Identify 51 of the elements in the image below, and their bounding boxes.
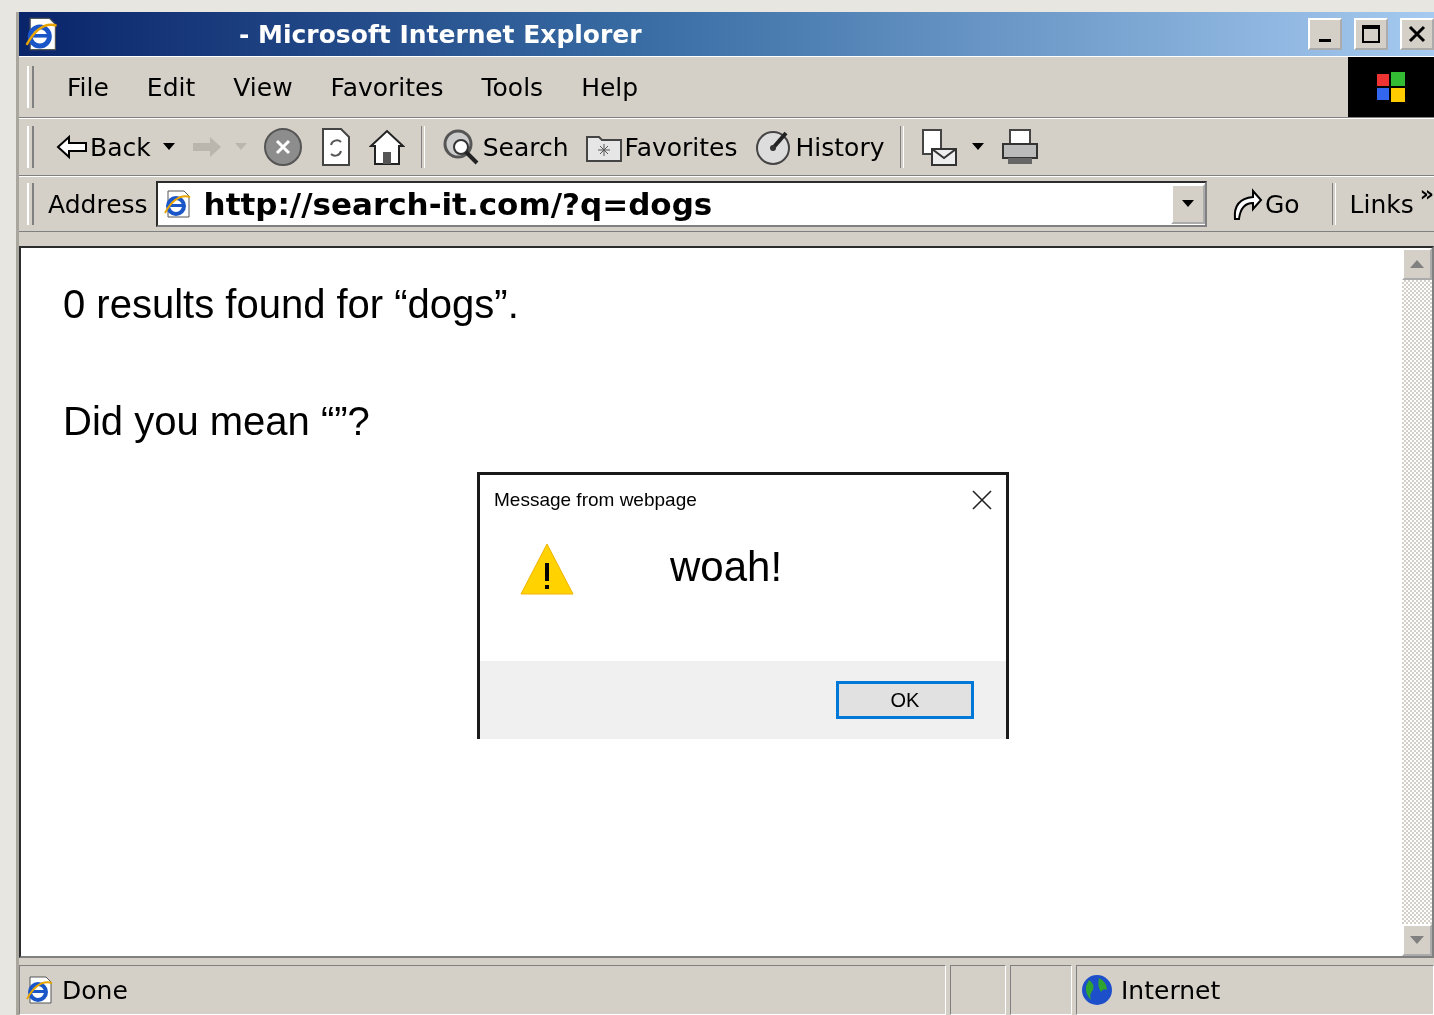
minimize-button[interactable] (1308, 18, 1342, 50)
menu-item[interactable]: Edit (127, 72, 215, 102)
stop-icon (262, 127, 303, 167)
dialog-title: Message from webpage (494, 489, 697, 511)
globe-icon (1081, 974, 1113, 1006)
address-box[interactable]: http://search-it.com/?q=dogs (155, 181, 1207, 227)
address-field[interactable]: http://search-it.com/?q=dogs (201, 185, 1161, 223)
address-label: Address (48, 189, 148, 219)
menu-item[interactable]: Favorites (311, 72, 463, 102)
warning-icon (520, 543, 574, 595)
page-text: 0 results found for “dogs”. (63, 282, 520, 327)
more-chevron[interactable]: » (1419, 181, 1434, 206)
menu-item[interactable]: Help (562, 72, 658, 102)
toolbar-grip[interactable] (27, 183, 34, 225)
status-text: Done (62, 975, 128, 1005)
minimize-icon (1319, 38, 1331, 42)
back-arrow-icon (56, 134, 88, 160)
scroll-up-button[interactable] (1402, 248, 1432, 280)
window-title: - Microsoft Internet Explorer (239, 19, 643, 49)
menu-item[interactable]: File (48, 72, 128, 102)
status-panel (1010, 965, 1072, 1015)
browser-page-icon (23, 16, 59, 52)
history-button[interactable]: History (745, 127, 893, 167)
forward-arrow-icon (190, 134, 223, 160)
toolbar-grip[interactable] (27, 126, 34, 168)
dialog-message: woah! (670, 543, 783, 591)
scroll-down-button[interactable] (1402, 924, 1432, 956)
menu-item[interactable]: View (214, 72, 312, 102)
zone-text: Internet (1121, 975, 1221, 1005)
dropdown-button[interactable] (1170, 184, 1205, 224)
close-button[interactable] (972, 490, 992, 510)
close-icon (1408, 25, 1426, 43)
scrollbar[interactable] (1402, 248, 1432, 956)
caret-icon (1181, 200, 1194, 208)
links-button[interactable]: Links (1343, 189, 1420, 219)
browser-page-icon (161, 189, 192, 219)
menu-item[interactable]: Tools (462, 72, 563, 102)
favorites-button[interactable]: Favorites (576, 131, 746, 163)
status-panel (950, 965, 1006, 1015)
down-arrow-icon (1410, 936, 1424, 944)
page-text: Did you mean “”? (63, 399, 371, 444)
home-icon (368, 128, 405, 166)
maximize-button[interactable] (1354, 18, 1388, 50)
up-arrow-icon (1410, 260, 1424, 268)
browser-page-icon (24, 975, 54, 1005)
back-button[interactable]: Back (48, 132, 183, 162)
ok-button[interactable]: OK (836, 681, 974, 719)
go-button[interactable]: Go (1206, 187, 1324, 221)
toolbar-grip[interactable] (27, 66, 34, 108)
search-button[interactable]: Search (432, 127, 577, 167)
maximize-icon (1361, 24, 1381, 44)
